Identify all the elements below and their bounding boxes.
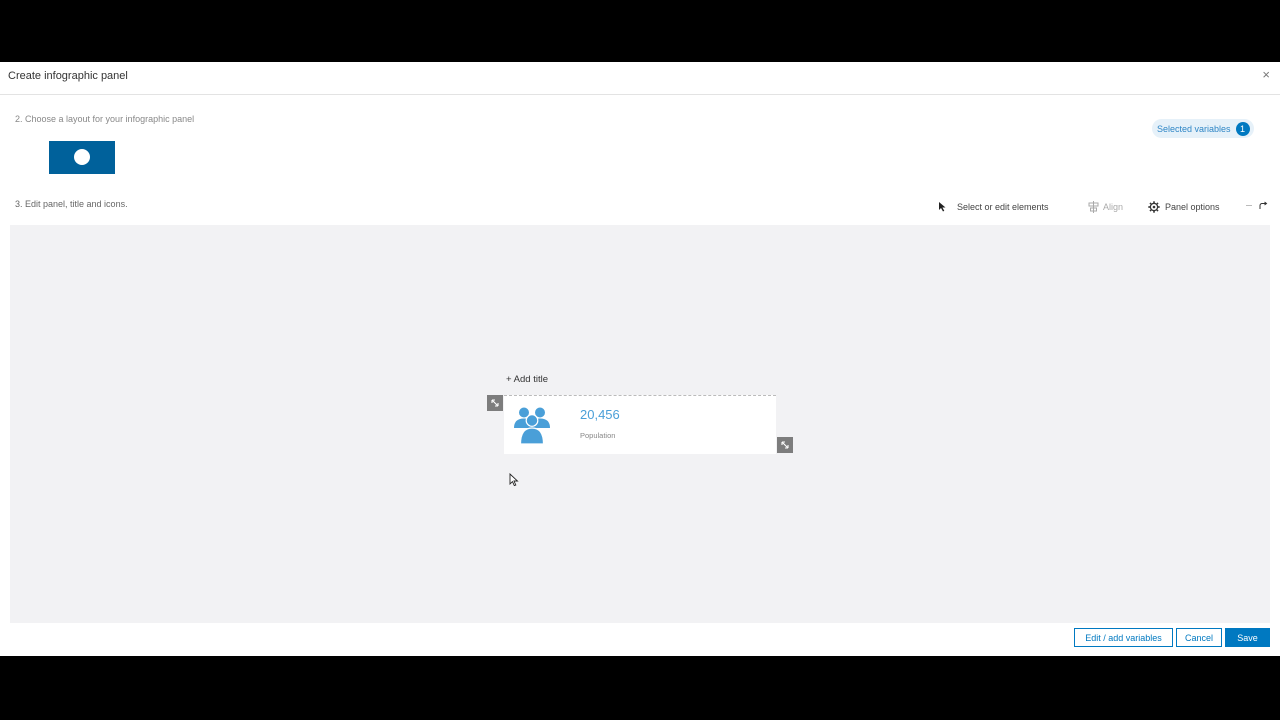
selected-variables-label: Selected variables: [1157, 123, 1231, 134]
layout-circle-icon: [74, 149, 90, 165]
close-icon[interactable]: ×: [1262, 68, 1270, 82]
select-elements-label: Select or edit elements: [957, 201, 1049, 212]
step3-label: 3. Edit panel, title and icons.: [15, 199, 128, 209]
align-icon: [1088, 201, 1099, 213]
edit-variables-button[interactable]: Edit / add variables: [1074, 628, 1173, 647]
selected-variables-button[interactable]: Selected variables 1: [1152, 119, 1254, 138]
resize-handle-top-left[interactable]: [487, 395, 503, 411]
people-icon: [514, 407, 550, 444]
align-label: Align: [1103, 202, 1124, 212]
panel-options-button[interactable]: Panel options: [1148, 201, 1220, 213]
align-button[interactable]: Align: [1088, 201, 1123, 213]
mouse-cursor-icon: [509, 473, 519, 487]
pointer-icon: [939, 202, 946, 212]
resize-handle-bottom-right[interactable]: [777, 437, 793, 453]
add-title-button[interactable]: + Add title: [506, 374, 548, 385]
layout-option-single[interactable]: [49, 141, 115, 174]
undo-icon: [1246, 205, 1252, 206]
save-button[interactable]: Save: [1225, 628, 1270, 647]
resize-arrows-icon: [491, 399, 499, 407]
create-infographic-dialog: Create infographic panel × 2. Choose a l…: [0, 62, 1280, 656]
dialog-title: Create infographic panel: [8, 70, 128, 82]
selected-variables-count: 1: [1235, 121, 1250, 136]
dialog-header: Create infographic panel ×: [0, 62, 1280, 95]
resize-arrows-icon: [781, 441, 789, 449]
cancel-button[interactable]: Cancel: [1176, 628, 1222, 647]
panel-value[interactable]: 20,456: [580, 407, 620, 422]
step2-label: 2. Choose a layout for your infographic …: [15, 114, 195, 124]
redo-icon: [1259, 201, 1268, 209]
infographic-card[interactable]: 20,456 Population: [504, 395, 776, 454]
select-elements-button[interactable]: Select or edit elements: [938, 201, 1049, 212]
redo-button[interactable]: [1258, 201, 1274, 211]
infographic-canvas[interactable]: + Add title 20,456 Population: [10, 225, 1270, 623]
panel-variable-label[interactable]: Population: [580, 431, 615, 440]
panel-options-label: Panel options: [1165, 202, 1220, 212]
gear-icon: [1148, 201, 1160, 213]
